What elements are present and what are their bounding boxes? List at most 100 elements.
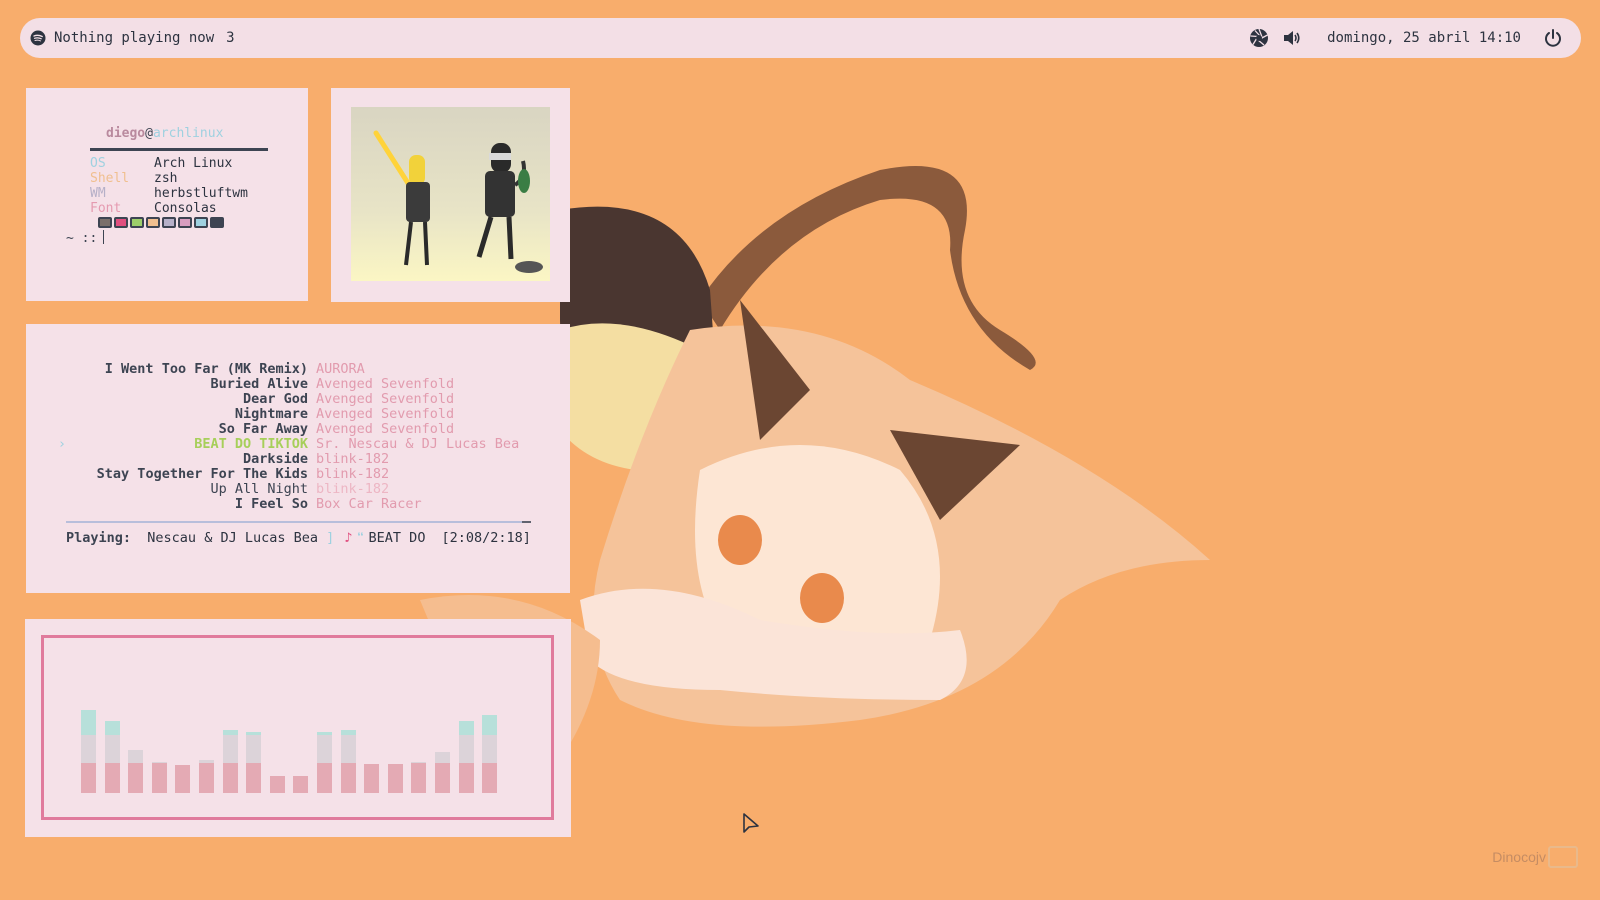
now-playing-text: Nothing playing now (54, 30, 215, 46)
progress-bar[interactable] (66, 521, 531, 523)
spectrum-bars (44, 638, 551, 817)
color-swatch (114, 217, 128, 228)
color-palette (98, 217, 224, 228)
track-marker (26, 452, 72, 467)
track-artist: Avenged Sevenfold (316, 421, 455, 437)
spectrum-bar (81, 710, 96, 793)
user-host: diego@archlinux (106, 126, 223, 141)
fetch-divider (90, 148, 268, 151)
spectrum-bar (175, 765, 191, 793)
track-marker (26, 467, 72, 482)
bracket-glyph: ] (326, 530, 335, 546)
color-swatch (178, 217, 192, 228)
track-title: I Feel So (234, 496, 308, 512)
track-artist: Box Car Racer (316, 496, 422, 512)
spotify-icon (30, 30, 46, 46)
info-value: herbstluftwm (154, 186, 248, 201)
spectrum-bar (435, 752, 450, 793)
media-widget[interactable]: Nothing playing now 3 (30, 30, 235, 46)
track-marker (26, 392, 72, 407)
track-marker (26, 407, 72, 422)
playlist-track[interactable]: Buried Alive Avenged Sevenfold (26, 377, 570, 392)
playlist-track[interactable]: Nightmare Avenged Sevenfold (26, 407, 570, 422)
info-row-wm: WM herbstluftwm (90, 186, 248, 201)
playlist-track[interactable]: I Feel So Box Car Racer (26, 497, 570, 512)
info-key: Shell (90, 171, 130, 186)
visualizer-frame (41, 635, 554, 820)
spectrum-bar (199, 760, 214, 793)
color-swatch (98, 217, 112, 228)
playlist-track-current[interactable]: › BEAT DO TIKTOK Sr. Nescau & DJ Lucas B… (26, 437, 570, 452)
track-marker (26, 377, 72, 392)
music-player-panel: I Went Too Far (MK Remix) AURORA Buried … (26, 324, 570, 593)
track-marker (26, 497, 72, 512)
clock-date[interactable]: domingo, 25 abril 14:10 (1327, 30, 1521, 46)
track-artist: blink-182 (316, 451, 390, 467)
info-value: Arch Linux (154, 156, 233, 171)
playlist: I Went Too Far (MK Remix) AURORA Buried … (26, 362, 570, 512)
spectrum-bar (387, 764, 403, 793)
info-key: OS (90, 156, 106, 171)
info-row-shell: Shell zsh (90, 171, 248, 186)
spectrum-bar (222, 730, 238, 793)
track-title: So Far Away (218, 421, 308, 437)
track-marker (26, 482, 72, 497)
mouse-cursor-icon (743, 813, 759, 833)
username: diego (106, 126, 146, 141)
track-artist: blink-182 (316, 466, 390, 482)
track-title: I Went Too Far (MK Remix) (104, 361, 308, 377)
track-title: Dear God (242, 391, 308, 407)
volume-icon[interactable] (1281, 28, 1301, 48)
color-swatch (146, 217, 160, 228)
playlist-track[interactable]: Dear God Avenged Sevenfold (26, 392, 570, 407)
spectrum-bar (293, 776, 309, 793)
music-note-icon: ♪ (344, 530, 353, 546)
spectrum-bar (246, 732, 262, 793)
top-bar: Nothing playing now 3 domingo, 25 abril … (20, 18, 1581, 58)
watermark-text: Dinocojv (1492, 849, 1546, 865)
track-title: Nightmare (234, 406, 308, 422)
now-playing-line: Playing: Nescau & DJ Lucas Bea ] ♪ ❝ BEA… (66, 530, 531, 546)
track-artist: Avenged Sevenfold (316, 376, 455, 392)
track-marker (26, 362, 72, 377)
track-time: [2:08/2:18] (441, 530, 531, 546)
spectrum-bar (482, 715, 498, 793)
playlist-track[interactable]: Darkside blink-182 (26, 452, 570, 467)
color-swatch (130, 217, 144, 228)
current-track-marker: › (57, 436, 66, 452)
watermark-logo-icon (1548, 846, 1578, 868)
color-swatch (194, 217, 208, 228)
track-artist: Avenged Sevenfold (316, 406, 455, 422)
track-artist: blink-182 (316, 481, 390, 497)
at-sign: @ (145, 126, 153, 141)
audio-visualizer-panel (25, 619, 571, 837)
playlist-track[interactable]: So Far Away Avenged Sevenfold (26, 422, 570, 437)
image-panel (331, 88, 570, 302)
quote-icon: ❝ (356, 530, 365, 546)
system-fetch-panel: diego@archlinux OS Arch Linux Shell zsh … (26, 88, 308, 301)
track-artist: AURORA (316, 361, 365, 377)
prompt-symbol: ~ :: (66, 231, 98, 246)
playlist-track[interactable]: I Went Too Far (MK Remix) AURORA (26, 362, 570, 377)
track-artist: Avenged Sevenfold (316, 391, 455, 407)
playlist-track[interactable]: Stay Together For The Kids blink-182 (26, 467, 570, 482)
color-swatch (210, 217, 224, 228)
spectrum-bar (104, 721, 120, 793)
track-title: Up All Night (210, 481, 308, 497)
spectrum-bar (458, 721, 474, 793)
info-key: Font (90, 201, 122, 216)
playing-label: Playing: (66, 530, 132, 546)
text-cursor (103, 230, 105, 244)
power-icon[interactable] (1543, 28, 1563, 48)
camera-aperture-icon[interactable] (1249, 28, 1269, 48)
workspace-indicator[interactable]: 3 (226, 30, 234, 46)
playlist-track[interactable]: Up All Night blink-182 (26, 482, 570, 497)
terminal-prompt[interactable]: ~ :: (66, 230, 105, 246)
spectrum-bar (128, 750, 144, 793)
spectrum-bar (317, 732, 332, 793)
track-marker (26, 422, 72, 437)
track-title: Buried Alive (210, 376, 308, 392)
info-row-font: Font Consolas (90, 201, 248, 216)
hostname: archlinux (152, 126, 224, 141)
spectrum-bar (151, 762, 167, 793)
